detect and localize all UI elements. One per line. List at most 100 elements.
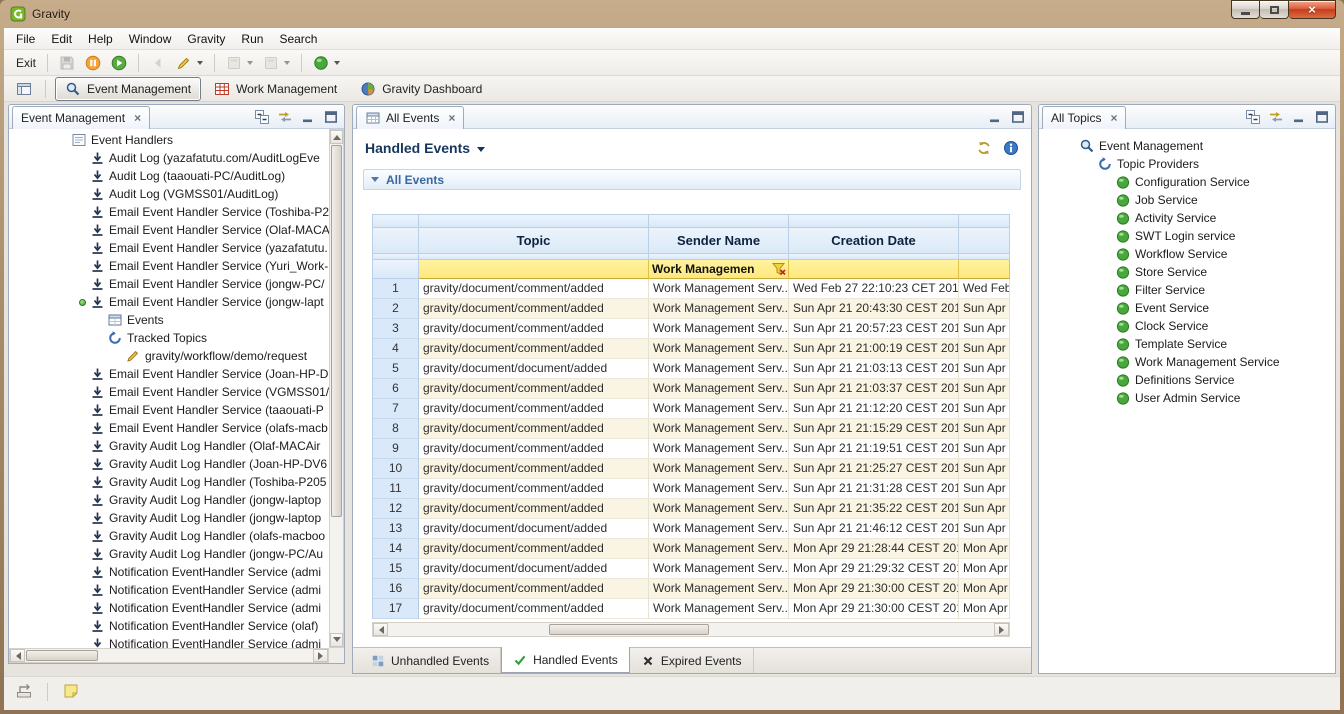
close-icon[interactable]: ×: [134, 111, 141, 125]
event-row[interactable]: 11gravity/document/comment/addedWork Man…: [373, 479, 1010, 499]
left-vertical-scrollbar[interactable]: [329, 129, 344, 648]
perspective-work-management[interactable]: Work Management: [204, 77, 347, 101]
topic-tree-item[interactable]: Job Service: [1039, 191, 1335, 209]
topic-tree-item[interactable]: User Admin Service: [1039, 389, 1335, 407]
event-row[interactable]: 6gravity/document/comment/addedWork Mana…: [373, 379, 1010, 399]
column-header-extra[interactable]: [959, 228, 1010, 254]
tab-handled-events[interactable]: Handled Events: [501, 647, 630, 673]
event-row[interactable]: 15gravity/document/document/addedWork Ma…: [373, 559, 1010, 579]
handler-tree-item[interactable]: Gravity Audit Log Handler (jongw-laptop: [9, 491, 329, 509]
handler-tree-item[interactable]: Email Event Handler Service (Joan-HP-D: [9, 365, 329, 383]
handler-tree-item[interactable]: Gravity Audit Log Handler (Joan-HP-DV6: [9, 455, 329, 473]
maximize-view-icon[interactable]: [1314, 109, 1330, 125]
minimize-button[interactable]: [1231, 0, 1260, 19]
maximize-view-icon[interactable]: [323, 109, 339, 125]
tab-all-topics[interactable]: All Topics ×: [1042, 106, 1126, 129]
edit-tool-dropdown[interactable]: [172, 52, 207, 74]
column-header-creation-date[interactable]: Creation Date: [789, 228, 959, 254]
handler-tree-item[interactable]: Audit Log (yazafatutu.com/AuditLogEve: [9, 149, 329, 167]
event-row[interactable]: 2gravity/document/comment/addedWork Mana…: [373, 299, 1010, 319]
handler-tree-item[interactable]: Notification EventHandler Service (admi: [9, 563, 329, 581]
handler-tree-item[interactable]: Notification EventHandler Service (admi: [9, 635, 329, 648]
left-horizontal-scrollbar[interactable]: [9, 648, 329, 663]
handler-tree-item[interactable]: Email Event Handler Service (jongw-lapt: [9, 293, 329, 311]
handler-tree-item[interactable]: Email Event Handler Service (jongw-PC/: [9, 275, 329, 293]
handler-tree-item[interactable]: Gravity Audit Log Handler (jongw-PC/Au: [9, 545, 329, 563]
handler-tree-item[interactable]: Audit Log (VGMSS01/AuditLog): [9, 185, 329, 203]
scroll-up-arrow[interactable]: [330, 130, 343, 144]
minimize-view-icon[interactable]: [1291, 109, 1307, 125]
handler-tree-item[interactable]: Audit Log (taaouati-PC/AuditLog): [9, 167, 329, 185]
topic-tree-item[interactable]: Filter Service: [1039, 281, 1335, 299]
topic-tree-item[interactable]: Template Service: [1039, 335, 1335, 353]
event-row[interactable]: 16gravity/document/comment/addedWork Man…: [373, 579, 1010, 599]
resume-button[interactable]: [107, 52, 131, 74]
topic-tree-item[interactable]: Store Service: [1039, 263, 1335, 281]
handler-tree-item[interactable]: Email Event Handler Service (VGMSS01/: [9, 383, 329, 401]
topic-tree-item[interactable]: Work Management Service: [1039, 353, 1335, 371]
minimize-view-icon[interactable]: [987, 109, 1003, 125]
back-button[interactable]: [146, 52, 170, 74]
perspective-gravity-dashboard[interactable]: Gravity Dashboard: [350, 77, 492, 101]
handler-tree-item[interactable]: Email Event Handler Service (Olaf-MACA: [9, 221, 329, 239]
title-bar[interactable]: Gravity ×: [0, 0, 1344, 28]
save-button[interactable]: [55, 52, 79, 74]
collapse-all-icon[interactable]: [1245, 109, 1261, 125]
handler-tree-item[interactable]: Email Event Handler Service (yazafatutu.: [9, 239, 329, 257]
handler-tree-item[interactable]: Notification EventHandler Service (olaf): [9, 617, 329, 635]
wizard-dropdown-1[interactable]: [222, 52, 257, 74]
scroll-down-arrow[interactable]: [330, 633, 343, 647]
event-row[interactable]: 8gravity/document/comment/addedWork Mana…: [373, 419, 1010, 439]
all-events-section-header[interactable]: All Events: [363, 169, 1021, 190]
maximize-view-icon[interactable]: [1010, 109, 1026, 125]
menu-file[interactable]: File: [8, 29, 43, 49]
close-icon[interactable]: ×: [448, 111, 455, 125]
tab-all-events[interactable]: All Events ×: [356, 106, 464, 129]
topic-tree-item[interactable]: Activity Service: [1039, 209, 1335, 227]
event-row[interactable]: 5gravity/document/document/addedWork Man…: [373, 359, 1010, 379]
topic-tree-item[interactable]: Event Service: [1039, 299, 1335, 317]
event-row[interactable]: 13gravity/document/document/addedWork Ma…: [373, 519, 1010, 539]
open-perspective-button[interactable]: [12, 78, 36, 100]
topic-tree-item[interactable]: SWT Login service: [1039, 227, 1335, 245]
handler-tree-item[interactable]: gravity/workflow/demo/request: [9, 347, 329, 365]
scrollbar-thumb[interactable]: [549, 624, 709, 635]
menu-help[interactable]: Help: [80, 29, 121, 49]
handler-tree-item[interactable]: Event Handlers: [9, 131, 329, 149]
close-button[interactable]: ×: [1289, 0, 1336, 19]
menu-gravity[interactable]: Gravity: [179, 29, 233, 49]
exit-button[interactable]: Exit: [12, 52, 40, 74]
collapse-all-icon[interactable]: [254, 109, 270, 125]
filter-icon[interactable]: [771, 261, 787, 277]
gravity-run-dropdown[interactable]: [309, 52, 344, 74]
perspective-event-management[interactable]: Event Management: [55, 77, 201, 101]
event-row[interactable]: 12gravity/document/comment/addedWork Man…: [373, 499, 1010, 519]
topic-tree-item[interactable]: Clock Service: [1039, 317, 1335, 335]
close-icon[interactable]: ×: [1110, 111, 1117, 125]
column-header-topic[interactable]: Topic: [419, 228, 649, 254]
topic-tree-item[interactable]: Configuration Service: [1039, 173, 1335, 191]
event-row[interactable]: 1gravity/document/comment/addedWork Mana…: [373, 279, 1010, 299]
handled-events-dropdown[interactable]: Handled Events: [365, 140, 485, 156]
tab-unhandled-events[interactable]: Unhandled Events: [360, 648, 501, 673]
sender-name-filter[interactable]: Work Managemen: [649, 260, 789, 279]
handler-tree-item[interactable]: Gravity Audit Log Handler (Toshiba-P205: [9, 473, 329, 491]
event-row[interactable]: 4gravity/document/comment/addedWork Mana…: [373, 339, 1010, 359]
handler-tree-item[interactable]: Email Event Handler Service (taaouati-P: [9, 401, 329, 419]
handler-tree-item[interactable]: Email Event Handler Service (Toshiba-P2: [9, 203, 329, 221]
wizard-dropdown-2[interactable]: [259, 52, 294, 74]
menu-search[interactable]: Search: [271, 29, 325, 49]
scroll-right-arrow[interactable]: [313, 649, 328, 662]
sync-icon[interactable]: [976, 140, 992, 156]
note-icon[interactable]: [63, 683, 79, 699]
handler-tree-item[interactable]: Gravity Audit Log Handler (Olaf-MACAir: [9, 437, 329, 455]
scroll-left-arrow[interactable]: [10, 649, 25, 662]
events-horizontal-scrollbar[interactable]: [372, 622, 1010, 637]
scroll-right-arrow[interactable]: [994, 623, 1009, 636]
event-row[interactable]: 14gravity/document/comment/addedWork Man…: [373, 539, 1010, 559]
suspend-button[interactable]: [81, 52, 105, 74]
event-row[interactable]: 17gravity/document/comment/addedWork Man…: [373, 599, 1010, 619]
link-with-editor-icon[interactable]: [1268, 109, 1284, 125]
handler-tree-item[interactable]: Notification EventHandler Service (admi: [9, 599, 329, 617]
link-with-editor-icon[interactable]: [277, 109, 293, 125]
